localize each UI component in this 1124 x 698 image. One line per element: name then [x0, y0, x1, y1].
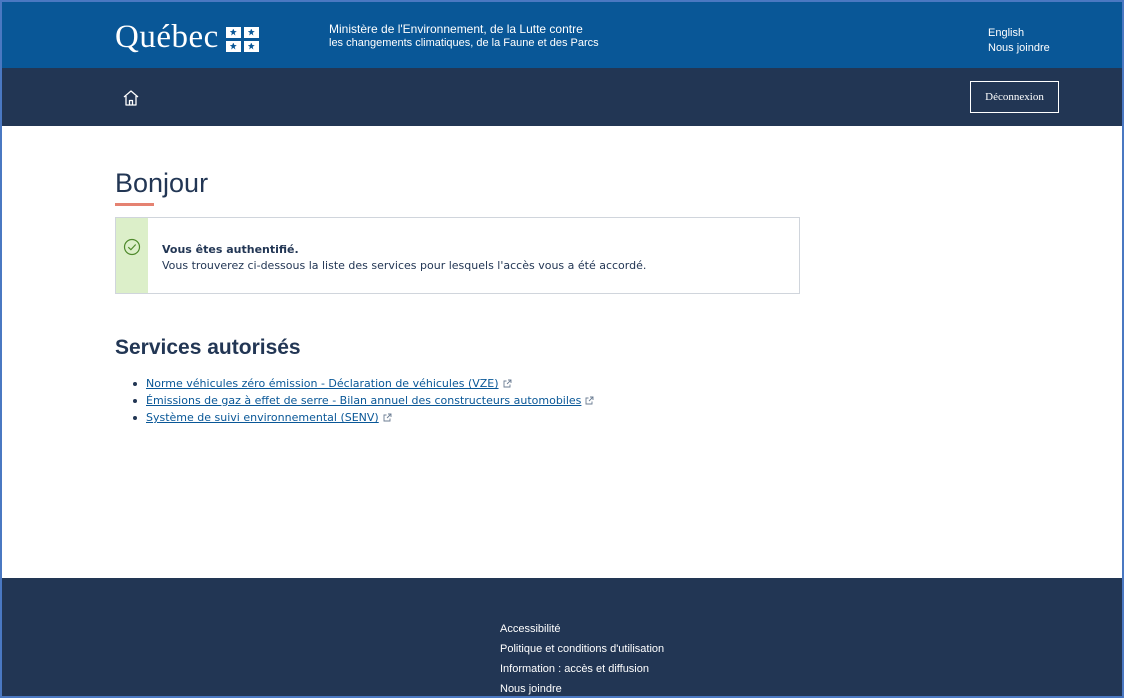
footer-link-terms[interactable]: Politique et conditions d'utilisation	[500, 639, 664, 659]
alert-title: Vous êtes authentifié.	[162, 243, 299, 256]
top-header: Québec Ministère de l'Environnement, de …	[2, 2, 1122, 68]
external-link-icon	[585, 396, 594, 405]
page-title: Bonjour	[115, 168, 209, 198]
list-item: Norme véhicules zéro émission - Déclarat…	[133, 375, 594, 392]
service-link-ges[interactable]: Émissions de gaz à effet de serre - Bila…	[146, 394, 581, 407]
logout-button[interactable]: Déconnexion	[970, 81, 1059, 113]
home-icon[interactable]	[121, 88, 141, 108]
nav-bar: Déconnexion	[2, 68, 1122, 126]
external-link-icon	[383, 413, 392, 422]
ministry-line-1: Ministère de l'Environnement, de la Lutt…	[329, 22, 583, 36]
external-link-icon	[503, 379, 511, 388]
check-circle-icon	[123, 238, 141, 256]
success-alert: Vous êtes authentifié. Vous trouverez ci…	[115, 217, 800, 294]
services-list: Norme véhicules zéro émission - Déclarat…	[133, 375, 594, 426]
fleur-de-lis-flag-icon	[225, 26, 259, 52]
footer: Accessibilité Politique et conditions d'…	[2, 578, 1122, 696]
logo-text: Québec	[115, 19, 219, 55]
top-links: English Nous joindre	[988, 26, 1050, 56]
service-link-vze[interactable]: Norme véhicules zéro émission - Déclarat…	[146, 377, 499, 390]
ministry-line-2: les changements climatiques, de la Faune…	[329, 37, 599, 49]
quebec-logo[interactable]: Québec	[115, 19, 259, 56]
alert-text: Vous trouverez ci-dessous la liste des s…	[162, 259, 647, 272]
service-link-senv[interactable]: Système de suivi environnemental (SENV)	[146, 411, 379, 424]
contact-link[interactable]: Nous joindre	[988, 41, 1050, 56]
alert-accent-bar	[116, 218, 148, 293]
footer-links: Accessibilité Politique et conditions d'…	[500, 619, 664, 698]
ministry-name: Ministère de l'Environnement, de la Lutt…	[329, 22, 599, 50]
services-heading: Services autorisés	[115, 336, 301, 359]
title-underline	[115, 203, 154, 206]
list-item: Système de suivi environnemental (SENV)	[133, 409, 594, 426]
footer-link-contact[interactable]: Nous joindre	[500, 679, 664, 698]
list-item: Émissions de gaz à effet de serre - Bila…	[133, 392, 594, 409]
english-link[interactable]: English	[988, 26, 1050, 41]
footer-link-accessibility[interactable]: Accessibilité	[500, 619, 664, 639]
footer-link-information[interactable]: Information : accès et diffusion	[500, 659, 664, 679]
